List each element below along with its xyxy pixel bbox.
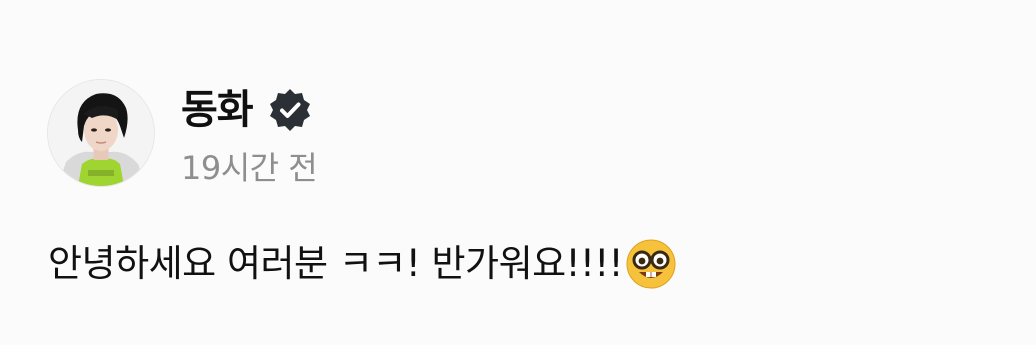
author-row: 동화 <box>181 82 313 138</box>
message-text: 안녕하세요 여러분 ㅋㅋ! 반가워요!!!! <box>48 242 624 285</box>
post-timestamp: 19시간 전 <box>181 149 318 187</box>
nerd-face-emoji-icon <box>625 238 677 290</box>
author-name[interactable]: 동화 <box>181 82 254 138</box>
author-avatar[interactable] <box>48 80 154 186</box>
post-card: 동화 19시간 전 안녕하세요 여러분 ㅋㅋ! 반가워요!!!! <box>0 0 1036 345</box>
verified-badge-icon <box>267 87 313 133</box>
avatar-photo-icon <box>48 80 154 186</box>
post-message: 안녕하세요 여러분 ㅋㅋ! 반가워요!!!! <box>48 236 677 292</box>
